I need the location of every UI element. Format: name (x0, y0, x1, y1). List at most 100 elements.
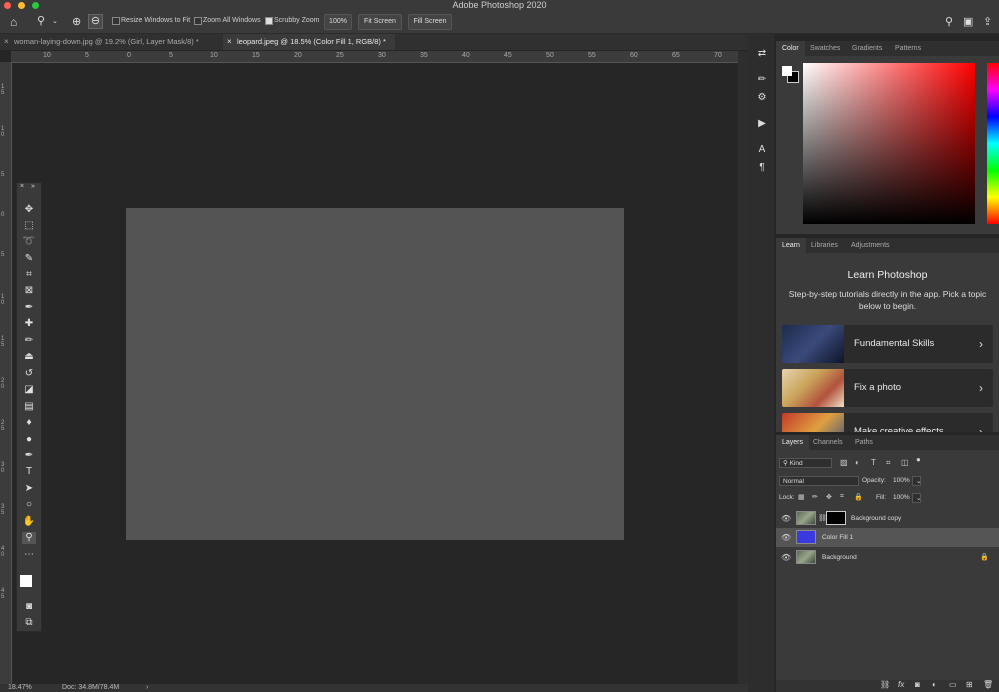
character-icon[interactable]: A (756, 144, 768, 156)
eraser-tool-icon[interactable]: ◪ (22, 384, 36, 396)
lasso-tool-icon[interactable]: ➰ (22, 236, 36, 248)
path-selection-tool-icon[interactable]: ➤ (22, 483, 36, 495)
tab-patterns[interactable]: Patterns (889, 41, 927, 56)
maximize-window-button[interactable] (32, 2, 39, 9)
hue-slider[interactable] (987, 63, 999, 224)
zoom-tool-icon[interactable]: ⚲ (22, 532, 36, 544)
chevron-down-icon[interactable]: ⌄ (912, 493, 921, 503)
gradient-tool-icon[interactable]: ▤ (22, 401, 36, 413)
chevron-down-icon[interactable]: ⌄ (52, 16, 58, 28)
filter-smart-object-icon[interactable]: ◫ (901, 458, 909, 467)
crop-tool-icon[interactable]: ⌗ (22, 269, 36, 281)
layer-row-background-copy[interactable]: 👁 ⛓ Background copy (776, 509, 999, 528)
blend-mode-select[interactable]: Normal (779, 476, 859, 486)
tab-layers[interactable]: Layers (776, 435, 810, 450)
paragraph-icon[interactable]: ¶ (756, 162, 768, 174)
dodge-tool-icon[interactable]: ● (22, 434, 36, 446)
layer-filter-kind[interactable]: ⚲ Kind (779, 458, 832, 468)
tab-swatches[interactable]: Swatches (804, 41, 846, 56)
visibility-eye-icon[interactable]: 👁 (781, 548, 791, 567)
hand-tool-icon[interactable]: ✋ (22, 516, 36, 528)
mask-icon[interactable]: ◙ (915, 680, 920, 689)
close-tab-icon[interactable]: × (4, 34, 9, 50)
group-icon[interactable]: ▭ (949, 680, 957, 689)
fill-screen-button[interactable]: Fill Screen (408, 14, 452, 30)
quick-mask-icon[interactable]: ◙ (22, 601, 36, 613)
lock-artboard-icon[interactable]: ⌗ (840, 493, 844, 501)
foreground-color-swatch[interactable] (20, 575, 32, 587)
filter-toggle-icon[interactable]: ● (916, 455, 921, 464)
learn-card-fundamental-skills[interactable]: Fundamental Skills › (782, 325, 993, 363)
home-icon[interactable]: ⌂ (10, 16, 17, 28)
zoom-all-checkbox[interactable] (194, 17, 202, 25)
close-tab-icon[interactable]: × (227, 34, 232, 50)
lock-position-icon[interactable]: ✥ (826, 493, 832, 501)
status-menu-arrow[interactable]: › (146, 684, 148, 692)
type-tool-icon[interactable]: T (22, 466, 36, 478)
chevron-down-icon[interactable]: ⌄ (912, 476, 921, 486)
opacity-field[interactable]: 100% (890, 476, 912, 486)
filter-type-icon[interactable]: T (871, 458, 876, 467)
layer-row-background[interactable]: 👁 Background 🔒 (776, 548, 999, 567)
close-window-button[interactable] (4, 2, 11, 9)
link-icon[interactable]: ⛓ (880, 680, 890, 689)
lock-pixels-icon[interactable]: ✏ (812, 493, 818, 501)
tab-gradients[interactable]: Gradients (846, 41, 888, 56)
zoom-out-icon[interactable]: ⊖ (88, 14, 103, 29)
history-brush-tool-icon[interactable]: ↺ (22, 368, 36, 380)
adjustment-icon[interactable]: ◐ (932, 680, 937, 689)
scrubby-zoom-checkbox[interactable] (265, 17, 273, 25)
screen-mode-icon[interactable]: ⧉ (22, 617, 36, 629)
tab-libraries[interactable]: Libraries (805, 238, 844, 253)
layer-mask-thumbnail[interactable] (826, 511, 846, 525)
actions-play-icon[interactable]: ▶ (756, 118, 768, 130)
tab-paths[interactable]: Paths (849, 435, 879, 450)
learn-card-creative-effects[interactable]: Make creative effects › (782, 413, 993, 432)
quick-selection-tool-icon[interactable]: ✎ (22, 253, 36, 265)
tab-adjustments[interactable]: Adjustments (845, 238, 896, 253)
zoom-level[interactable]: 18.47% (8, 684, 32, 692)
workspace-icon[interactable]: ▣ (963, 16, 973, 28)
search-icon[interactable]: ⚲ (945, 16, 953, 28)
healing-brush-tool-icon[interactable]: ✚ (22, 318, 36, 330)
new-layer-icon[interactable]: ⊞ (966, 680, 973, 689)
zoom-in-icon[interactable]: ⊕ (72, 16, 81, 28)
minimize-window-button[interactable] (18, 2, 25, 9)
share-icon[interactable]: ⇪ (983, 16, 992, 28)
filter-shape-icon[interactable]: ⌗ (886, 458, 891, 468)
blur-tool-icon[interactable]: ♦ (22, 417, 36, 429)
expand-panel-icon[interactable]: » (31, 183, 35, 190)
tab-color[interactable]: Color (776, 41, 805, 56)
brush-settings-icon[interactable]: ✏ (756, 74, 768, 86)
adjustments-icon[interactable]: ⚙ (756, 92, 768, 104)
tab-channels[interactable]: Channels (807, 435, 849, 450)
fit-screen-button[interactable]: Fit Screen (358, 14, 402, 30)
zoom-value-field[interactable]: 100% (324, 14, 352, 30)
close-panel-icon[interactable]: × (20, 183, 24, 190)
frame-tool-icon[interactable]: ⊠ (22, 285, 36, 297)
visibility-eye-icon[interactable]: 👁 (781, 509, 791, 528)
tab-learn[interactable]: Learn (776, 238, 806, 253)
eyedropper-tool-icon[interactable]: ✒ (22, 302, 36, 314)
resize-windows-checkbox[interactable] (112, 17, 120, 25)
foreground-color-swatch[interactable] (782, 66, 792, 76)
visibility-eye-icon[interactable]: 👁 (781, 528, 791, 547)
learn-card-fix-a-photo[interactable]: Fix a photo › (782, 369, 993, 407)
marquee-tool-icon[interactable]: ⬚ (22, 220, 36, 232)
ellipse-tool-icon[interactable]: ○ (22, 499, 36, 511)
tab-leopard[interactable]: × leopard.jpeg @ 18.5% (Color Fill 1, RG… (223, 34, 395, 50)
filter-pixel-icon[interactable]: ▨ (840, 458, 848, 467)
pen-tool-icon[interactable]: ✒ (22, 450, 36, 462)
document-canvas[interactable] (126, 208, 624, 540)
fx-icon[interactable]: fx (898, 680, 904, 689)
color-picker-field[interactable] (803, 63, 975, 224)
trash-icon[interactable]: 🗑 (983, 680, 993, 689)
zoom-tool-icon[interactable]: ⚲ (37, 15, 45, 27)
history-panel-icon[interactable]: ⇄ (756, 48, 768, 60)
tab-woman-laying-down[interactable]: × woman-laying-down.jpg @ 19.2% (Girl, L… (0, 34, 222, 50)
filter-adjustment-icon[interactable]: ◐ (855, 458, 860, 467)
layer-row-color-fill-1[interactable]: 👁 Color Fill 1 (776, 528, 999, 547)
fill-field[interactable]: 100% (890, 493, 912, 503)
brush-tool-icon[interactable]: ✏ (22, 335, 36, 347)
move-tool-icon[interactable]: ✥ (22, 204, 36, 216)
